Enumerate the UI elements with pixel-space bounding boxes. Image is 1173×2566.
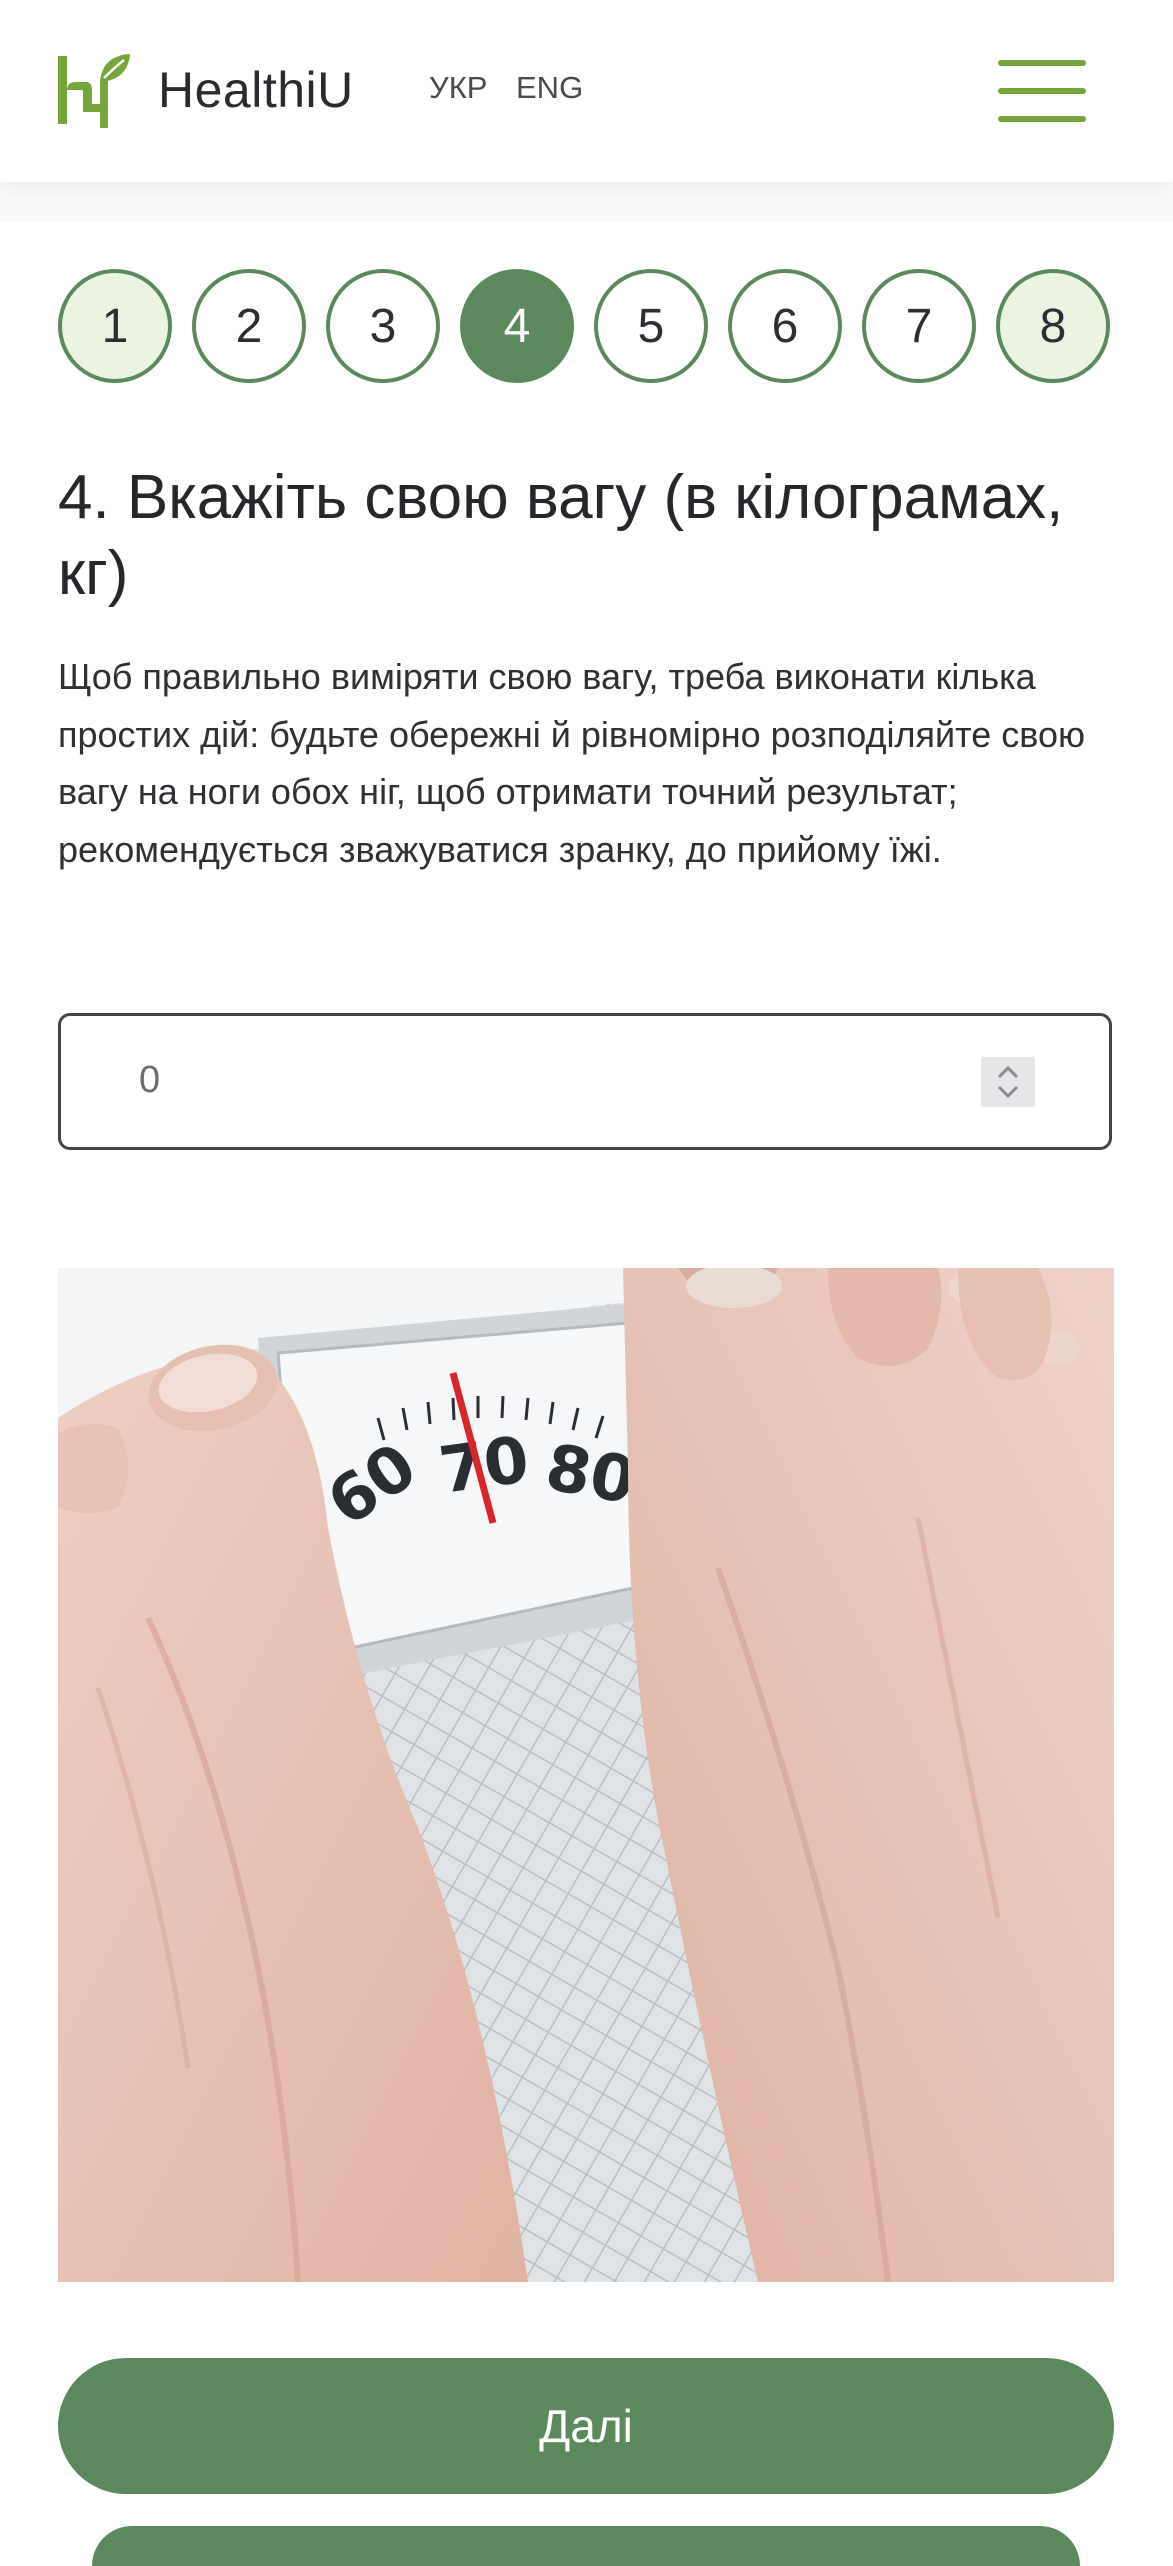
next-button[interactable]: Далі — [58, 2358, 1114, 2494]
header-shadow-band — [0, 182, 1173, 222]
step-7[interactable]: 7 — [862, 269, 976, 383]
step-progress: 1 2 3 4 5 6 7 8 — [58, 269, 1114, 383]
logo[interactable]: HealthiU — [56, 52, 354, 128]
lang-ukr-link[interactable]: УКР — [429, 70, 487, 106]
weight-value[interactable]: 0 — [139, 1059, 160, 1102]
brand-name: HealthiU — [158, 62, 354, 118]
step-6[interactable]: 6 — [728, 269, 842, 383]
bathroom-scale-photo: 60 70 80 9 — [58, 1268, 1114, 2282]
step-2[interactable]: 2 — [192, 269, 306, 383]
step-8[interactable]: 8 — [996, 269, 1110, 383]
logo-icon — [58, 54, 130, 128]
question-description: Щоб правильно виміряти свою вагу, треба … — [58, 656, 1085, 870]
lang-eng-link[interactable]: ENG — [516, 70, 583, 106]
dial-number-80: 80 — [540, 1431, 641, 1519]
step-3[interactable]: 3 — [326, 269, 440, 383]
secondary-button[interactable] — [92, 2526, 1080, 2566]
stepper-icon[interactable] — [981, 1057, 1035, 1107]
header: HealthiU УКР ENG — [0, 0, 1173, 182]
weight-input[interactable]: 0 — [58, 1013, 1112, 1150]
step-4-current[interactable]: 4 — [460, 269, 574, 383]
question-title: 4. Вкажіть свою вагу (в кілограмах, кг) — [58, 463, 1064, 608]
step-5[interactable]: 5 — [594, 269, 708, 383]
hamburger-menu-icon[interactable] — [998, 60, 1086, 122]
step-1[interactable]: 1 — [58, 269, 172, 383]
